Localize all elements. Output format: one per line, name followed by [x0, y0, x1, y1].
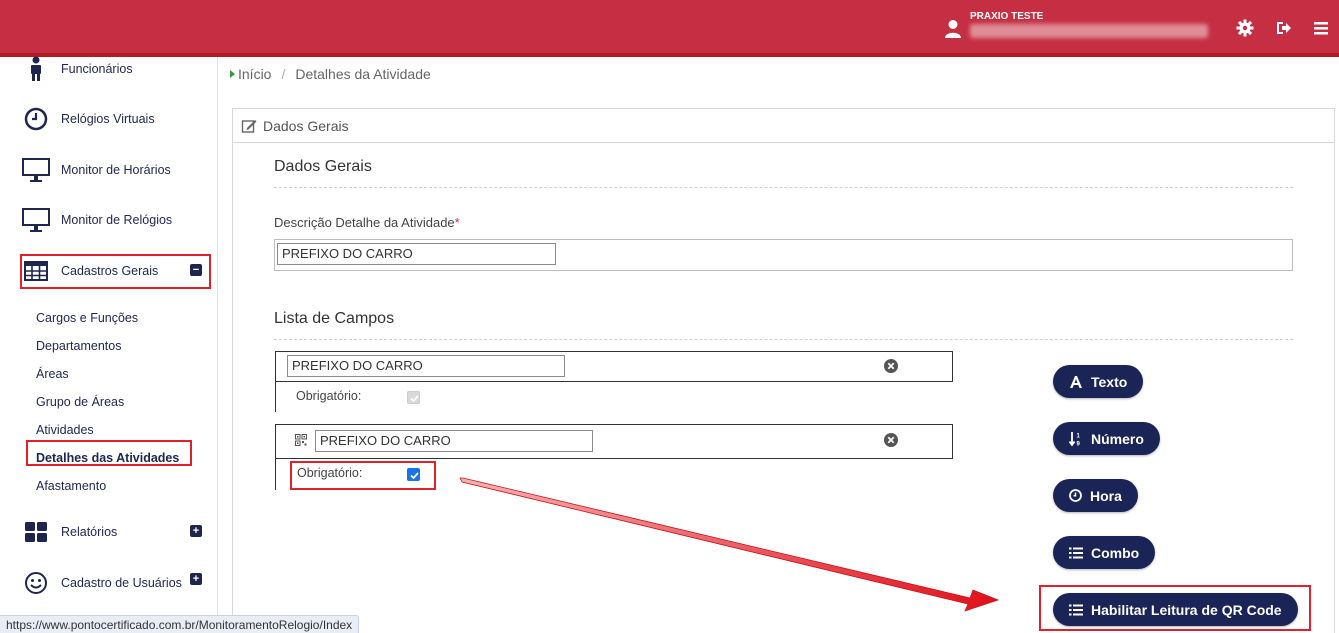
divider	[274, 187, 1293, 188]
monitor-icon	[20, 156, 52, 184]
description-input[interactable]: PREFIXO DO CARRO	[277, 243, 556, 265]
expand-plus-icon[interactable]: +	[190, 573, 202, 585]
add-time-button-label: Hora	[1090, 487, 1122, 504]
smile-icon	[20, 569, 52, 597]
sidebar-item-monitor-relogios[interactable]: Monitor de Relógios	[20, 203, 172, 237]
highlight-box-qrcode	[1039, 585, 1311, 631]
submenu-item-areas[interactable]: Áreas	[36, 367, 69, 381]
submenu-item-atividades[interactable]: Atividades	[36, 423, 94, 437]
sidebar-item-label: Monitor de Relógios	[61, 213, 173, 227]
remove-field-icon[interactable]	[884, 359, 898, 373]
breadcrumb-current: Detalhes da Atividade	[295, 66, 431, 82]
add-time-button[interactable]: Hora	[1053, 479, 1138, 512]
add-combo-button[interactable]: Combo	[1053, 536, 1156, 569]
person-icon	[20, 55, 52, 83]
svg-text:9: 9	[1077, 441, 1081, 447]
field-name-input[interactable]: PREFIXO DO CARRO	[287, 355, 565, 377]
sidebar-item-label: Funcionários	[61, 62, 133, 76]
user-email-redacted: •••••••••••••••••	[970, 24, 1208, 38]
submenu-item-grupo-areas[interactable]: Grupo de Áreas	[36, 395, 124, 409]
grid-icon	[20, 518, 52, 546]
list-icon	[1069, 547, 1083, 559]
submenu-item-departamentos[interactable]: Departamentos	[36, 339, 121, 353]
sidebar-item-label: Monitor de Horários	[61, 163, 171, 177]
sidebar: Funcionários Relógios Virtuais Monitor d…	[0, 56, 218, 633]
sidebar-item-relogios-virtuais[interactable]: Relógios Virtuais	[20, 102, 155, 136]
svg-text:1: 1	[1077, 433, 1081, 439]
breadcrumb: Início / Detalhes da Atividade	[230, 66, 431, 82]
page: PRAXIO TESTE •••••••••••••••••	[0, 0, 1339, 633]
menu-icon[interactable]	[1311, 18, 1331, 38]
monitor-icon	[20, 206, 52, 234]
add-text-button[interactable]: Texto	[1053, 365, 1144, 398]
field-name-input[interactable]: PREFIXO DO CARRO	[315, 430, 593, 452]
divider	[274, 339, 1293, 340]
sidebar-item-monitor-horarios[interactable]: Monitor de Horários	[20, 153, 171, 187]
sidebar-item-label: Cadastro de Usuários	[61, 576, 182, 590]
breadcrumb-arrow-icon	[230, 70, 235, 78]
sidebar-item-label: Relatórios	[61, 525, 118, 539]
breadcrumb-separator: /	[281, 66, 286, 82]
expand-plus-icon[interactable]: +	[190, 525, 202, 537]
breadcrumb-home[interactable]: Início	[238, 66, 271, 82]
section-title-fields: Lista de Campos	[274, 310, 395, 327]
sort-numeric-icon: 19	[1069, 431, 1083, 447]
sidebar-item-funcionarios[interactable]: Funcionários	[20, 52, 133, 86]
section-title-general: Dados Gerais	[274, 158, 372, 175]
highlight-box-detalhes	[26, 440, 192, 466]
sidebar-item-relatorios[interactable]: Relatórios	[20, 515, 117, 549]
logout-icon[interactable]	[1274, 18, 1294, 38]
clock-icon	[20, 105, 52, 133]
font-icon	[1069, 375, 1083, 389]
edit-icon	[241, 119, 257, 133]
sidebar-item-label: Relógios Virtuais	[61, 112, 155, 126]
submenu-item-afastamento[interactable]: Afastamento	[36, 479, 106, 493]
add-number-button-label: Número	[1091, 430, 1144, 447]
required-label: Obrigatório:	[296, 389, 362, 403]
clock-icon	[1069, 489, 1082, 502]
top-bar: PRAXIO TESTE •••••••••••••••••	[0, 0, 1339, 57]
highlight-box-obrigatorio	[290, 461, 436, 490]
field-card-options	[275, 382, 953, 412]
highlight-box-cadastros	[20, 254, 211, 289]
gear-icon[interactable]	[1235, 18, 1255, 38]
user-name: PRAXIO TESTE	[970, 11, 1044, 22]
panel-header: Dados Gerais	[233, 109, 1334, 143]
description-label: Descrição Detalhe da Atividade*	[274, 215, 460, 230]
browser-status-url: https://www.pontocertificado.com.br/Moni…	[0, 615, 360, 633]
submenu-item-cargos[interactable]: Cargos e Funções	[36, 311, 138, 325]
sidebar-item-cadastro-usuarios[interactable]: Cadastro de Usuários	[20, 566, 182, 600]
qrcode-icon	[295, 434, 307, 446]
add-text-button-label: Texto	[1091, 373, 1128, 390]
required-checkbox-disabled	[407, 391, 420, 404]
panel-title: Dados Gerais	[263, 117, 349, 134]
add-number-button[interactable]: 19 Número	[1053, 422, 1160, 455]
add-combo-button-label: Combo	[1091, 544, 1140, 561]
remove-field-icon[interactable]	[884, 433, 898, 447]
user-icon	[945, 20, 961, 38]
